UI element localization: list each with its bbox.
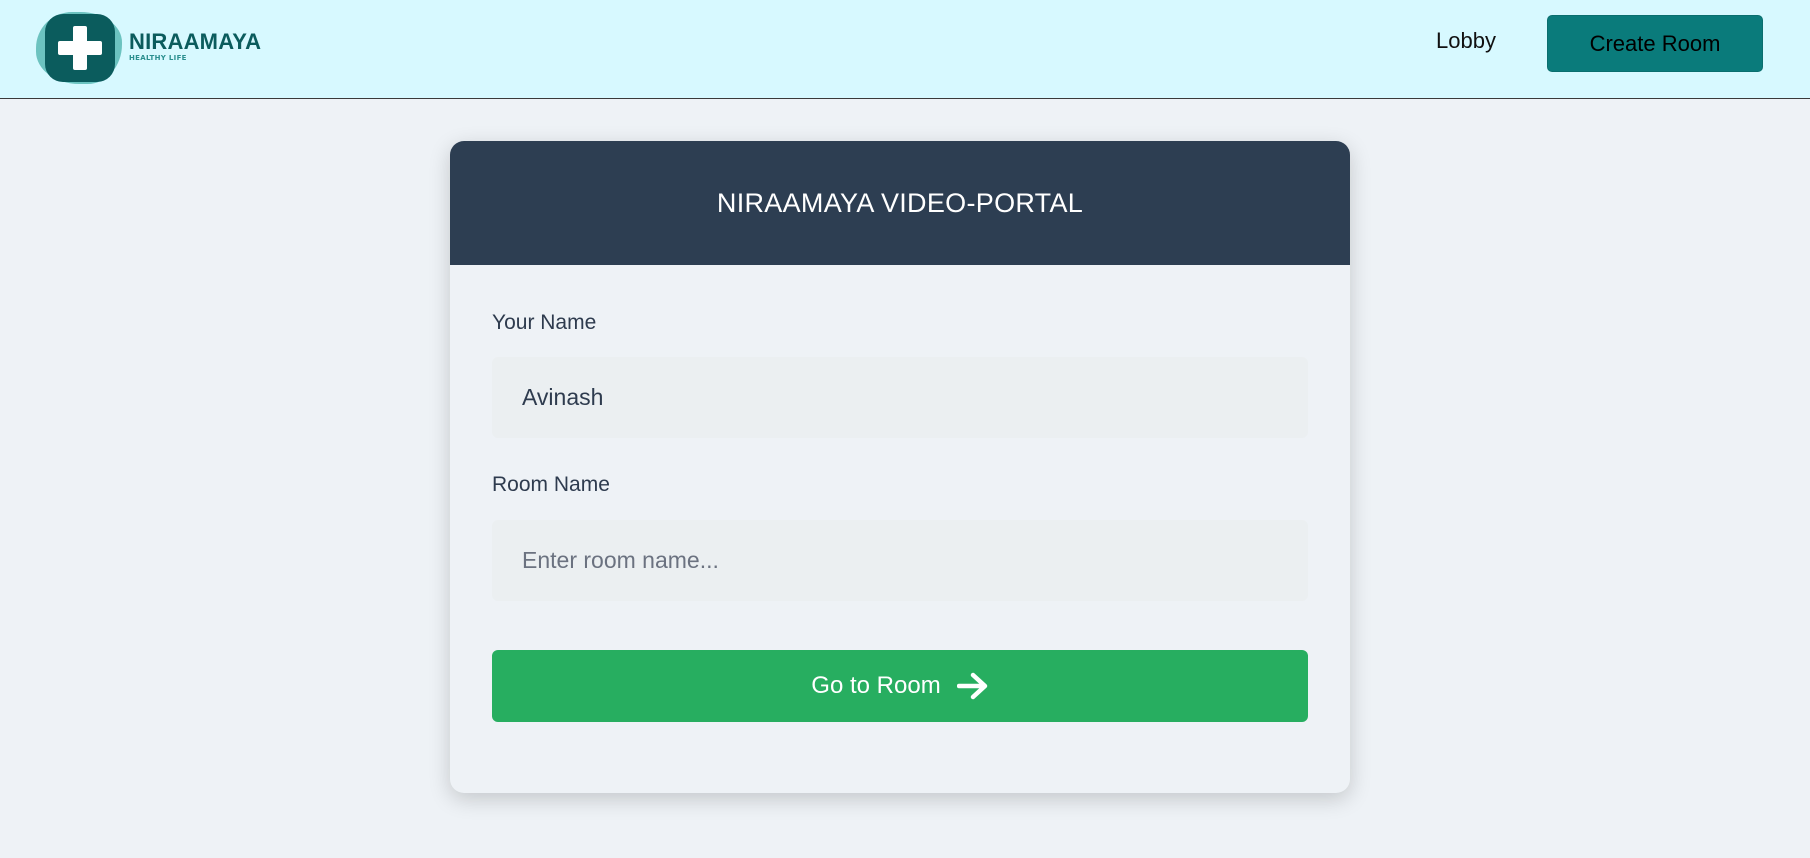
plus-icon — [36, 10, 122, 86]
logo-text: NIRAAMAYA HEALTHY LIFE — [129, 29, 262, 63]
logo-tagline: HEALTHY LIFE — [129, 54, 187, 62]
create-room-button[interactable]: Create Room — [1547, 15, 1763, 72]
name-label: Your Name — [492, 311, 597, 334]
name-input[interactable] — [492, 357, 1308, 438]
logo-name: NIRAAMAYA — [129, 29, 262, 54]
navbar: NIRAAMAYA HEALTHY LIFE Lobby Create Room — [0, 0, 1810, 99]
lobby-link[interactable]: Lobby — [1436, 28, 1496, 54]
go-to-room-button[interactable]: Go to Room — [492, 650, 1308, 722]
logo[interactable]: NIRAAMAYA HEALTHY LIFE — [36, 10, 261, 86]
arrow-right-icon — [956, 672, 989, 700]
join-room-card: NIRAAMAYA VIDEO-PORTAL Your Name Room Na… — [450, 141, 1350, 793]
card-title: NIRAAMAYA VIDEO-PORTAL — [716, 187, 1084, 218]
room-name-input[interactable] — [492, 520, 1308, 601]
go-to-room-label: Go to Room — [811, 672, 941, 699]
room-name-label: Room Name — [492, 473, 610, 496]
card-header: NIRAAMAYA VIDEO-PORTAL — [450, 141, 1350, 265]
